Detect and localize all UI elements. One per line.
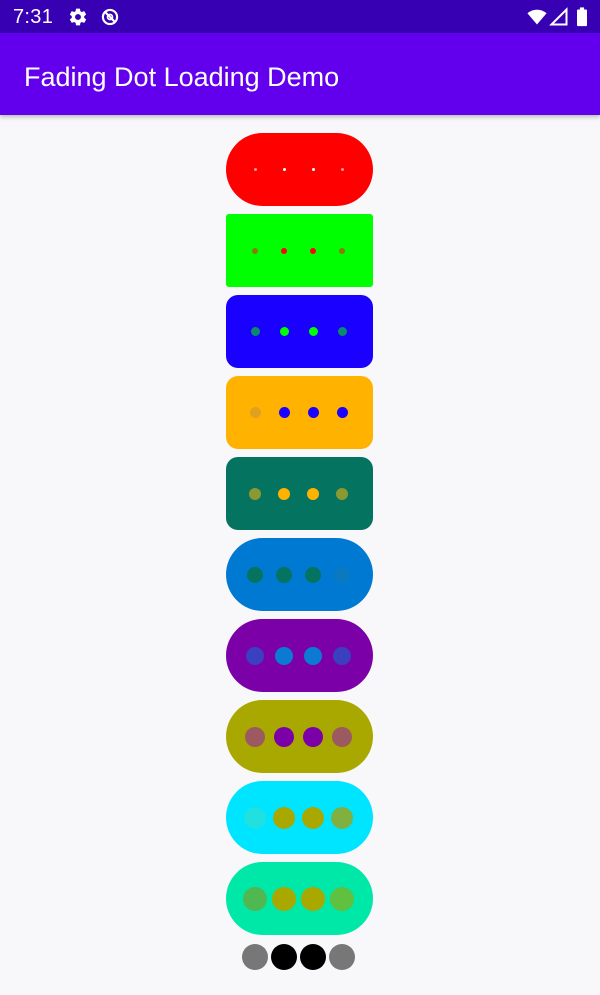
- loading-dot: [307, 407, 319, 418]
- loading-dot: [303, 726, 323, 747]
- loading-dot: [332, 726, 352, 747]
- loading-dot: [244, 806, 266, 829]
- loading-dot: [250, 327, 260, 336]
- loader-azure: [226, 538, 373, 611]
- loading-dot: [276, 566, 292, 583]
- loading-dot: [275, 646, 293, 665]
- loading-dot: [307, 487, 319, 500]
- loading-dot: [302, 806, 324, 829]
- loader-green: [226, 214, 373, 287]
- loading-dot: [249, 407, 261, 418]
- loading-dot: [304, 646, 322, 665]
- loading-dot: [271, 944, 297, 970]
- loader-blue: [226, 295, 373, 368]
- loading-dot: [301, 886, 325, 911]
- loading-dot: [249, 487, 261, 500]
- loading-dot: [340, 168, 344, 171]
- loader-cyan: [226, 781, 373, 854]
- loading-dot: [339, 247, 345, 254]
- loading-dot: [252, 247, 258, 254]
- loader-amber: [226, 376, 373, 449]
- loading-dot: [330, 886, 354, 911]
- loading-dot: [247, 566, 263, 583]
- loading-dot: [337, 327, 347, 336]
- loading-dot: [336, 487, 348, 500]
- loading-dot: [310, 247, 316, 254]
- loading-dot: [334, 566, 350, 583]
- loading-dot: [243, 886, 267, 911]
- loading-dot: [246, 646, 264, 665]
- loading-dot: [333, 646, 351, 665]
- loader-olive: [226, 700, 373, 773]
- loading-dot: [308, 327, 318, 336]
- loading-dot: [305, 566, 321, 583]
- loader-list: [0, 0, 600, 995]
- loader-purple: [226, 619, 373, 692]
- loading-dot: [245, 726, 265, 747]
- loading-dot: [331, 806, 353, 829]
- loading-dot: [311, 168, 315, 171]
- loader-teal: [226, 457, 373, 530]
- loading-dot: [278, 407, 290, 418]
- loader-red: [226, 133, 373, 206]
- loader-mint: [226, 862, 373, 935]
- loading-dot: [274, 726, 294, 747]
- loading-dot: [336, 407, 348, 418]
- loader-plain: [226, 940, 373, 974]
- loading-dot: [278, 487, 290, 500]
- loading-dot: [272, 886, 296, 911]
- loading-dot: [329, 944, 355, 970]
- loading-dot: [300, 944, 326, 970]
- loading-dot: [273, 806, 295, 829]
- loading-dot: [281, 247, 287, 254]
- loading-dot: [253, 168, 257, 171]
- loading-dot: [282, 168, 286, 171]
- loading-dot: [279, 327, 289, 336]
- loading-dot: [242, 944, 268, 970]
